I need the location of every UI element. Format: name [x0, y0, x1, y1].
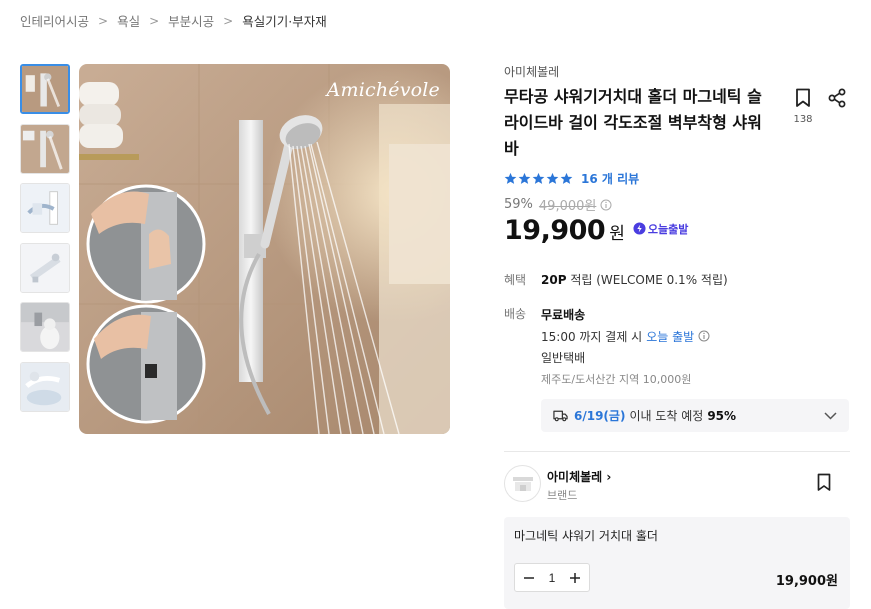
product-title-line-2: 라이드바 걸이 각도조절 벽부착형 샤워 [504, 113, 762, 132]
divider [504, 451, 850, 452]
info-icon[interactable] [698, 330, 710, 342]
star-icon [560, 172, 573, 184]
breadcrumb-item-bathroom[interactable]: 욕실 [117, 11, 140, 30]
sale-price: 19,900 [504, 215, 606, 246]
benefit-points: 20P [541, 273, 567, 287]
review-link[interactable]: 16 개 리뷰 [581, 170, 639, 187]
delivery-eta-dropdown[interactable]: 6/19(금) 이내 도착 예정 95% [541, 399, 849, 432]
breadcrumb-item-bath-fixtures[interactable]: 욕실기기·부자재 [242, 11, 326, 30]
increase-button[interactable] [565, 568, 585, 588]
thumbnail-1[interactable] [20, 64, 70, 114]
thumbnail-5[interactable] [20, 302, 70, 352]
selected-option: 마그네틱 샤워기 거치대 홀더 19,900원 [504, 517, 850, 609]
store-card: 아미체볼레 › 브랜드 [504, 465, 850, 503]
minus-icon [524, 576, 534, 579]
price-unit: 원 [609, 224, 625, 244]
plus-icon [570, 572, 580, 583]
bookmark-button[interactable]: 138 [792, 88, 814, 125]
thumbnail-2[interactable] [20, 123, 70, 174]
breadcrumb: 인테리어시공 > 욕실 > 부분시공 > 욕실기기·부자재 [20, 11, 327, 30]
store-type: 브랜드 [547, 489, 578, 502]
today-shipping-label: 오늘출발 [647, 222, 689, 236]
star-icon [532, 172, 545, 184]
bookmark-count: 138 [793, 114, 813, 125]
quantity-stepper [514, 563, 590, 592]
star-icon [504, 172, 517, 184]
shipping-extra-fee: 제주도/도서산간 지역 10,000원 [541, 373, 692, 387]
today-shipping-badge: 오늘출발 [633, 221, 688, 237]
thumbnail-3[interactable] [20, 183, 70, 233]
brand-watermark: Amichévole [326, 79, 440, 101]
eta-text: 이내 도착 예정 [629, 409, 704, 423]
store-bookmark-button[interactable] [816, 473, 832, 496]
discount-row: 59% 49,000원 [504, 195, 612, 214]
share-icon [828, 88, 846, 108]
thumbnail-list [20, 64, 70, 421]
benefit-label: 혜택 [504, 273, 527, 287]
price-row: 19,900 원 오늘출발 [504, 215, 688, 246]
breadcrumb-item-interior[interactable]: 인테리어시공 [20, 11, 89, 30]
breadcrumb-item-partial[interactable]: 부분시공 [168, 11, 214, 30]
discount-rate: 59% [504, 197, 533, 212]
thumbnail-6[interactable] [20, 361, 70, 412]
main-product-image[interactable]: Amichévole [79, 64, 450, 434]
product-title-line-1: 무타공 샤워기거치대 홀더 마그네틱 슬 [504, 87, 762, 106]
star-icon [518, 172, 531, 184]
decrease-button[interactable] [519, 568, 539, 588]
shipping-method: 일반택배 [541, 351, 586, 366]
store-name-link[interactable]: 아미체볼레 › [547, 468, 611, 485]
chevron-right-icon: > [223, 13, 234, 28]
bookmark-icon [796, 88, 810, 107]
truck-icon [553, 410, 568, 422]
info-icon[interactable] [600, 199, 612, 211]
bookmark-icon [817, 473, 831, 491]
chevron-right-icon: > [98, 13, 109, 28]
store-avatar[interactable] [504, 465, 541, 502]
option-name: 마그네틱 샤워기 거치대 홀더 [514, 529, 658, 543]
benefit-value: 20P 적립 (WELCOME 0.1% 적립) [541, 271, 728, 288]
product-title-line-3: 바 [504, 139, 519, 158]
benefit-text: 적립 (WELCOME 0.1% 적립) [570, 273, 728, 287]
shipping-fee: 무료배송 [541, 308, 586, 323]
product-title: 무타공 샤워기거치대 홀더 마그네틱 슬 라이드바 걸이 각도조절 벽부착형 샤… [504, 84, 774, 162]
chevron-right-icon: > [149, 13, 160, 28]
eta-percent: 95% [707, 408, 737, 423]
lightning-icon [633, 222, 646, 235]
rating: 16 개 리뷰 [504, 170, 639, 187]
star-icon [546, 172, 559, 184]
eta-date: 6/19(금) [574, 409, 626, 423]
original-price: 49,000원 [538, 199, 597, 214]
shipping-label: 배송 [504, 307, 527, 321]
store-logo-icon [512, 476, 533, 491]
brand-link[interactable]: 아미체볼레 [504, 63, 559, 80]
quantity-input[interactable] [540, 570, 564, 585]
option-price: 19,900원 [775, 574, 838, 589]
chevron-down-icon [824, 411, 837, 420]
thumbnail-4[interactable] [20, 242, 70, 293]
shipping-cutoff: 15:00 까지 결제 시 [541, 329, 643, 344]
share-button[interactable] [827, 88, 847, 112]
shipping-today: 오늘 출발 [646, 329, 695, 344]
star-rating [504, 172, 573, 185]
shipping-info: 무료배송 15:00 까지 결제 시 오늘 출발 일반택배 제주도/도서산간 지… [541, 304, 710, 390]
